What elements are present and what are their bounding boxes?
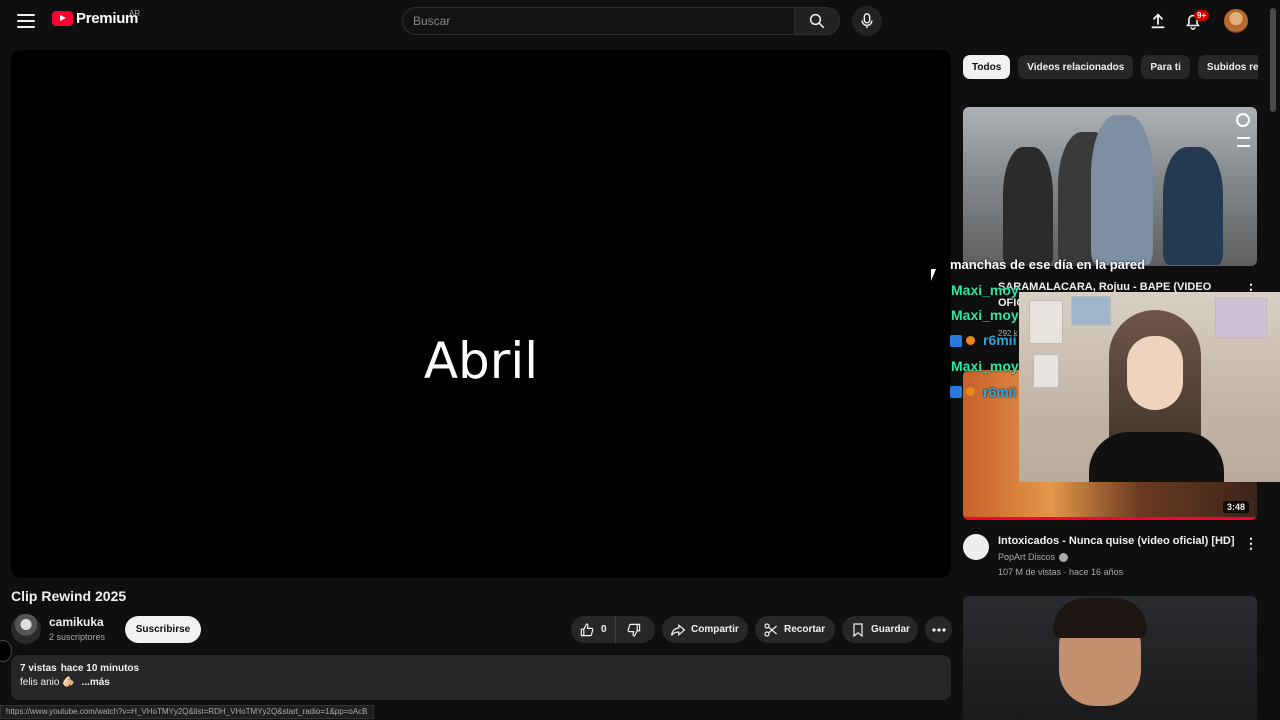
channel-name[interactable]: camikuka [49, 615, 104, 629]
chat-username: Maxi_moy [951, 307, 1019, 323]
related-view-count: 107 M de vistas [998, 567, 1062, 577]
mouse-cursor-icon [931, 269, 936, 281]
bookmark-icon [853, 622, 863, 637]
chip-for-you[interactable]: Para ti [1141, 55, 1190, 79]
wall-poster [1029, 300, 1063, 344]
chat-username: Maxi_moy [951, 358, 1019, 374]
thumbnail-3[interactable] [963, 596, 1257, 720]
publish-time: hace 10 minutos [60, 663, 140, 674]
chat-username: r6mii [983, 384, 1017, 400]
verified-icon [1059, 552, 1069, 562]
view-count: 7 vistas [20, 663, 57, 674]
like-button[interactable]: 0 [571, 616, 615, 643]
scissors-icon [764, 622, 777, 637]
thumbnail-figure [1163, 147, 1223, 265]
chat-username: Maxi_moy [951, 282, 1019, 298]
chat-badge-icon [950, 386, 962, 398]
related-publish-time: hace 16 años [1069, 567, 1124, 577]
upload-button[interactable] [1146, 9, 1170, 33]
search-box [402, 7, 794, 35]
stream-caption: manchas de ese día en la pared [950, 257, 1146, 272]
related-channel-name: PopArt Discos [998, 552, 1056, 562]
menu-icon[interactable] [16, 11, 36, 31]
video-player[interactable]: Abril [11, 50, 951, 578]
status-bar-url: https://www.youtube.com/watch?v=H_VHoTMY… [0, 705, 374, 719]
clip-button[interactable]: Recortar [755, 616, 835, 643]
country-code: AR [129, 9, 141, 18]
related-channel-2[interactable]: PopArt Discos [998, 552, 1069, 562]
voice-search-button[interactable] [852, 6, 882, 36]
channel-avatar[interactable] [11, 614, 41, 644]
related-title-2[interactable]: Intoxicados - Nunca quise (video oficial… [998, 535, 1235, 547]
webcam-overlay [1019, 292, 1280, 482]
more-actions-button[interactable] [925, 616, 952, 643]
share-button[interactable]: Compartir [662, 616, 748, 643]
more-horizontal-icon [931, 627, 946, 632]
mic-icon [861, 13, 873, 29]
search-input[interactable] [413, 14, 784, 28]
youtube-play-icon [52, 11, 73, 26]
streamer-body [1089, 432, 1224, 482]
subscribe-button[interactable]: Suscribirse [125, 616, 201, 643]
thumbs-up-icon [580, 622, 594, 636]
notification-count-badge: 9+ [1194, 10, 1210, 21]
youtube-logo[interactable]: Premium [52, 10, 138, 27]
search-icon [809, 13, 825, 29]
chevron-left-icon[interactable] [0, 640, 12, 662]
wall-poster [1071, 296, 1111, 326]
description-box[interactable]: 7 vistas hace 10 minutos felis anio 🫵🏻 .… [11, 655, 951, 700]
show-more-link[interactable]: ...más [81, 677, 109, 688]
streamer-face [1127, 336, 1183, 410]
wall-poster [1033, 354, 1059, 388]
chat-badge-icon [950, 335, 962, 347]
wall-poster [1215, 298, 1267, 338]
filter-chips: Todos Videos relacionados Para ti Subido… [963, 55, 1258, 80]
more-vert-icon[interactable]: ⋮ [1244, 535, 1258, 552]
channel-avatar-2[interactable] [963, 534, 989, 560]
dislike-button[interactable] [615, 616, 655, 643]
thumbs-down-icon [627, 623, 641, 637]
chat-emote-icon [966, 387, 975, 396]
upload-icon [1151, 13, 1165, 29]
description-meta: 7 vistas hace 10 minutos [20, 663, 942, 674]
chat-emote-icon [966, 336, 975, 345]
video-title: Clip Rewind 2025 [11, 588, 127, 604]
clip-label: Recortar [784, 624, 826, 635]
thumbnail-hair [1053, 598, 1147, 638]
thumbnail-figure [1091, 115, 1153, 265]
chat-username: r6mii [983, 332, 1017, 348]
search-button[interactable] [794, 7, 840, 35]
watch-progress-bar [963, 517, 1257, 520]
share-icon [671, 623, 686, 636]
description-body: felis anio 🫵🏻 [20, 677, 75, 688]
page-scrollbar[interactable] [1270, 8, 1276, 112]
subscriber-count: 2 suscriptores [49, 632, 106, 642]
top-bar: Premium AR 9+ [0, 0, 1280, 42]
player-overlay-text: Abril [423, 332, 539, 390]
like-count: 0 [601, 624, 607, 635]
video-duration: 3:48 [1222, 501, 1249, 513]
save-label: Guardar [871, 624, 910, 635]
related-views-2: 107 M de vistas · hace 16 años [998, 567, 1124, 577]
thumbnail-1[interactable] [963, 107, 1257, 266]
share-label: Compartir [691, 624, 739, 635]
watch-later-icon[interactable] [1236, 113, 1250, 127]
account-avatar[interactable] [1224, 9, 1248, 33]
add-to-queue-icon[interactable] [1237, 137, 1250, 147]
chip-related[interactable]: Videos relacionados [1018, 55, 1134, 79]
save-button[interactable]: Guardar [842, 616, 918, 643]
chip-recent[interactable]: Subidos recientemente [1197, 55, 1258, 79]
description-text: felis anio 🫵🏻 ...más [20, 677, 942, 688]
thumbnail-figure [1003, 147, 1053, 266]
chip-todos[interactable]: Todos [963, 55, 1011, 79]
